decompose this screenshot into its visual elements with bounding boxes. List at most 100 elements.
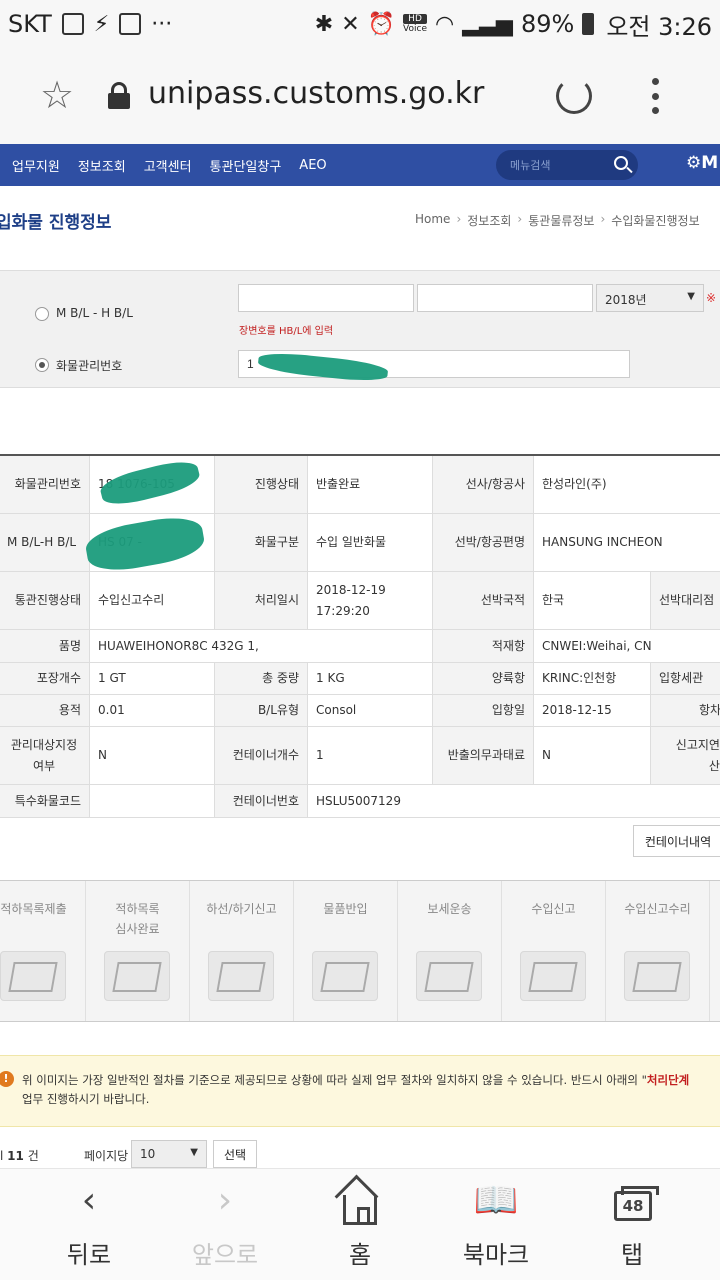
process-step-link[interactable]: 처리단계 (647, 1073, 689, 1087)
value-vessel-nationality: 한국 (534, 572, 650, 629)
step-bonded-transport: 보세운송 (398, 881, 502, 1021)
bl-hint: 장변호를 HB/L에 입력 (239, 326, 334, 337)
my-menu-button[interactable]: ⚙M (686, 153, 718, 173)
step-manifest-reviewed: 적하목록 심사완료 (86, 881, 190, 1021)
book-icon: 📖 (473, 1180, 519, 1221)
label-clearance-status: 통관진행상태 (0, 572, 90, 629)
label-package-count: 포장개수 (0, 663, 90, 694)
mbl-input[interactable] (238, 284, 414, 312)
table-row: 관리대상지정여부 N 컨테이너개수 1 반출의무과태료 N 신고지연가산세 (0, 727, 720, 785)
menu-search-input[interactable]: 메뉴검색 (496, 150, 638, 180)
stamp-icon (104, 951, 170, 1001)
breadcrumb: Home › 정보조회 › 통관물류정보 › 수입화물진행정보 (415, 212, 700, 229)
table-row: 통관진행상태 수입신고수리 처리일시 2018-12-19 17:29:20 선… (0, 572, 720, 630)
nav-item-aeo[interactable]: AEO (299, 158, 326, 173)
nav-item-customer-center[interactable]: 고객센터 (144, 156, 192, 175)
radio-bl[interactable] (35, 307, 49, 321)
nav-item-support[interactable]: 업무지원 (12, 156, 60, 175)
required-icon: ※ (706, 291, 717, 305)
step-unloading-report: 하선/하기신고 (190, 881, 294, 1021)
label-processed-at: 처리일시 (214, 572, 308, 629)
step-manifest-submitted: 적하목록제출 (0, 881, 86, 1021)
table-row: 품명 HUAWEIHONOR8C 432G 1, 적재항 CNWEI:Weiha… (0, 630, 720, 663)
nav-item-single-window[interactable]: 통관단일창구 (210, 156, 282, 175)
label-vessel: 선박/항공편명 (432, 514, 534, 571)
label-gross-weight: 총 중량 (214, 663, 308, 694)
app-notification-icon: ⚡ (93, 11, 110, 37)
chevron-down-icon: ▼ (687, 291, 695, 302)
site-nav-bar: 업무지원 정보조회 고객센터 통관단일창구 AEO 메뉴검색 ⚙M (0, 144, 720, 186)
breadcrumb-separator-icon: › (456, 212, 462, 226)
chevron-right-icon: › (217, 1180, 233, 1221)
box-icon (312, 951, 378, 1001)
page-header: 입화물 진행정보 Home › 정보조회 › 통관물류정보 › 수입화물진행정보 (0, 186, 720, 244)
signal-icon: ▂▃▅ (462, 11, 513, 37)
container-details-button[interactable]: 컨테이너내역 (633, 825, 720, 857)
overflow-menu-icon[interactable] (651, 78, 659, 114)
mute-icon: ✕ (341, 11, 360, 37)
select-button[interactable]: 선택 (213, 1140, 257, 1168)
step-import-declaration: 수입신고 (502, 881, 606, 1021)
breadcrumb-info[interactable]: 정보조회 (467, 212, 511, 229)
label-container-number: 컨테이너번호 (214, 785, 308, 817)
clock: 오전 3:26 (606, 12, 712, 41)
memo-notification-icon (119, 13, 142, 35)
breadcrumb-home[interactable]: Home (415, 212, 450, 229)
value-clearance-status: 수입신고수리 (90, 572, 214, 629)
pagination-bar: l 11 건 페이지당 10 ▼ 선택 (0, 1140, 720, 1170)
bookmarks-button[interactable]: 📖 북마크 (431, 1169, 561, 1280)
per-page-select[interactable]: 10 ▼ (131, 1140, 207, 1168)
search-icon[interactable] (614, 156, 628, 170)
label-volume: 용적 (0, 695, 90, 726)
value-cargo-type: 수입 일반화물 (308, 514, 432, 571)
label-unloading-port: 양륙항 (432, 663, 534, 694)
table-row: 포장개수 1 GT 총 중량 1 KG 양륙항 KRINC:인천항 입항세관 (0, 663, 720, 695)
radio-cargo-number[interactable] (35, 358, 49, 372)
step-import-accepted: 수입신고수리 (606, 881, 710, 1021)
cargo-details-table: 화물관리번호 18 1076-105 진행상태 반출완료 선사/항공사 한성라인… (0, 454, 720, 818)
chevron-down-icon: ▼ (190, 1147, 198, 1158)
table-row: 용적 0.01 B/L유형 Consol 입항일 2018-12-15 항차 (0, 695, 720, 727)
breadcrumb-logistics[interactable]: 통관물류정보 (528, 212, 594, 229)
radio-bl-label: M B/L - H B/L (56, 306, 133, 320)
back-button[interactable]: ‹ 뒤로 (24, 1169, 154, 1280)
value-special-cargo-code (90, 785, 214, 817)
more-notifications-icon: ··· (151, 11, 173, 37)
value-carrier: 한성라인(주) (534, 456, 720, 513)
pen-document-icon (520, 951, 586, 1001)
label-arrival-date: 입항일 (432, 695, 534, 726)
total-count: l 11 건 (0, 1149, 39, 1163)
label-container-count: 컨테이너개수 (214, 727, 308, 784)
label-special-cargo-code: 특수화물코드 (0, 785, 90, 817)
value-managed-target: N (90, 727, 214, 784)
hbl-input[interactable] (417, 284, 593, 312)
year-select[interactable]: 2018년 ▼ (596, 284, 704, 312)
tabs-icon: 48 (614, 1186, 659, 1221)
bookmark-star-icon[interactable]: ☆ (40, 76, 74, 114)
url-field[interactable]: unipass.customs.go.kr (148, 76, 484, 111)
home-button[interactable]: 홈 (295, 1169, 425, 1280)
breadcrumb-current[interactable]: 수입화물진행정보 (611, 212, 699, 229)
value-vessel: HANSUNG INCHEON (534, 514, 720, 571)
per-page-label: 페이지당 (84, 1149, 129, 1163)
process-steps: 적하목록제출 적하목록 심사완료 하선/하기신고 물품반입 보세운송 수입신고 … (0, 880, 720, 1022)
table-row: 특수화물코드 컨테이너번호 HSLU5007129 (0, 785, 720, 818)
label-entry-customs: 입항세관 (650, 663, 720, 694)
forward-button[interactable]: › 앞으로 (160, 1169, 290, 1280)
label-progress-status: 진행상태 (214, 456, 308, 513)
radio-cargo-label: 화물관리번호 (56, 359, 123, 373)
page-title: 입화물 진행정보 (0, 213, 112, 233)
value-loading-port: CNWEI:Weihai, CN (534, 630, 720, 662)
search-form: M B/L - H B/L 2018년 ▼ ※ 장변호를 HB/L에 입력 화물… (0, 270, 720, 388)
tabs-button[interactable]: 48 탭 (567, 1169, 697, 1280)
forklift-icon (416, 951, 482, 1001)
label-cargo-number: 화물관리번호 (0, 456, 90, 513)
breadcrumb-separator-icon: › (517, 212, 523, 226)
approval-document-icon (624, 951, 690, 1001)
value-volume: 0.01 (90, 695, 214, 726)
nav-item-info[interactable]: 정보조회 (78, 156, 126, 175)
value-arrival-date: 2018-12-15 (534, 695, 650, 726)
browser-bottom-nav: ‹ 뒤로 › 앞으로 홈 📖 북마크 48 탭 (0, 1168, 720, 1280)
label-loading-port: 적재항 (432, 630, 534, 662)
reload-icon[interactable] (556, 78, 592, 114)
